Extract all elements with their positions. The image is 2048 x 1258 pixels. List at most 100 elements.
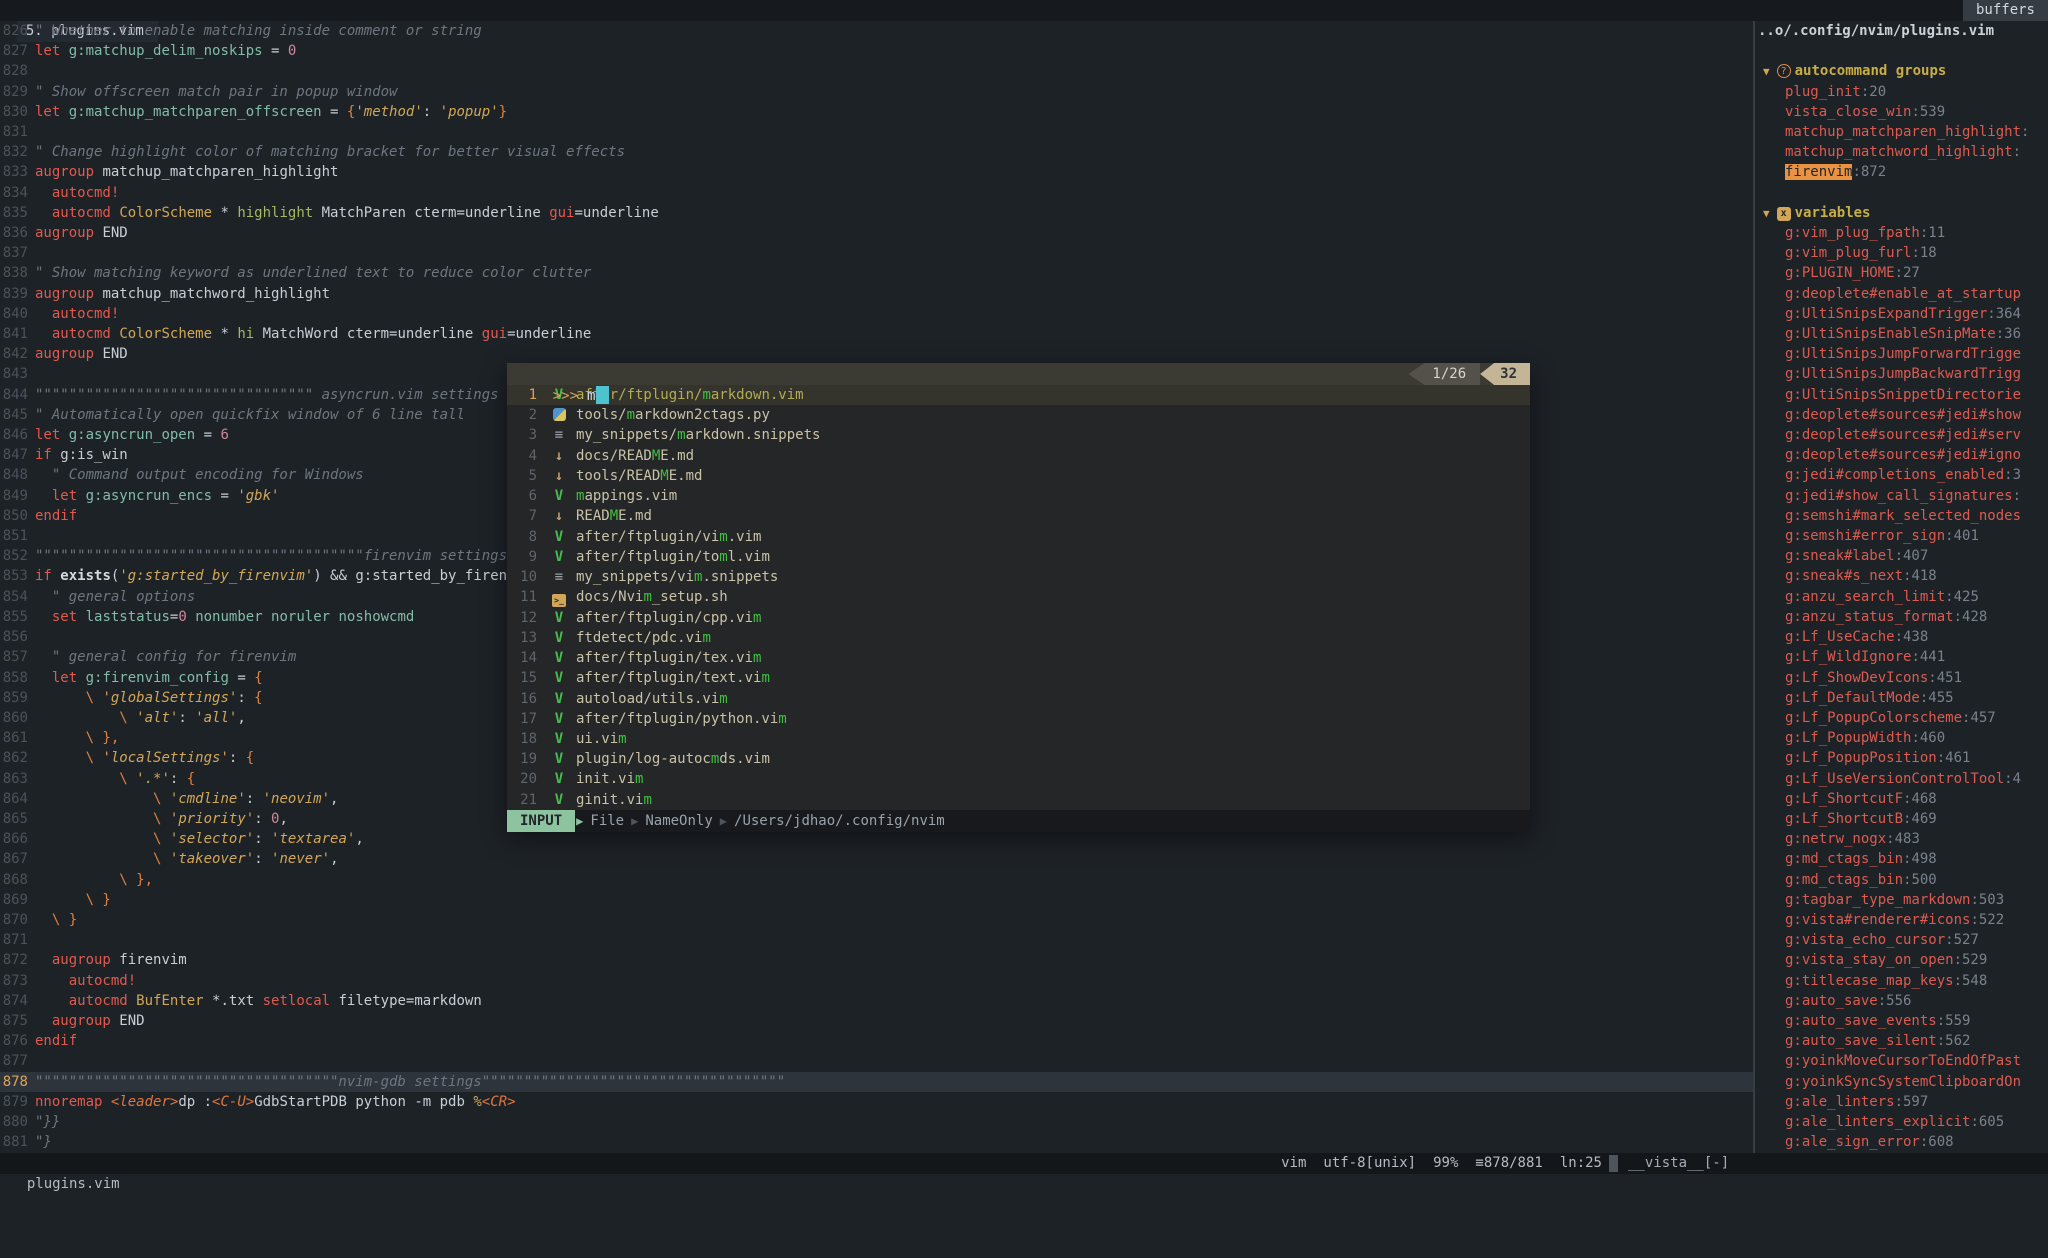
vista-item[interactable]: g:Lf_DefaultMode:455 (1755, 688, 2048, 708)
result-row[interactable]: 19Vplugin/log-autocmds.vim (507, 749, 1530, 769)
vista-item[interactable]: g:titlecase_map_keys:548 (1755, 971, 2048, 991)
code-line[interactable]: 841 autocmd ColorScheme * hi MatchWord c… (0, 324, 1753, 344)
vista-item[interactable]: g:md_ctags_bin:498 (1755, 849, 2048, 869)
vista-sidebar[interactable]: ..o/.config/nvim/plugins.vim▼?autocomman… (1753, 21, 2048, 1153)
vista-item[interactable]: g:vista#renderer#icons:522 (1755, 910, 2048, 930)
code-line[interactable]: 839augroup matchup_matchword_highlight (0, 284, 1753, 304)
code-line[interactable]: 874 autocmd BufEnter *.txt setlocal file… (0, 991, 1753, 1011)
code-line[interactable]: 832" Change highlight color of matching … (0, 142, 1753, 162)
vista-item[interactable]: g:UltiSnipsSnippetDirectorie (1755, 385, 2048, 405)
result-row[interactable]: 11>_docs/Nvim_setup.sh (507, 587, 1530, 607)
vista-item[interactable]: g:ale_sign_error:608 (1755, 1132, 2048, 1152)
result-row[interactable]: 2tools/markdown2ctags.py (507, 405, 1530, 425)
collapse-arrow-icon[interactable]: ▼ (1763, 65, 1770, 78)
vista-item[interactable]: g:auto_save:556 (1755, 991, 2048, 1011)
code-line[interactable]: 877 (0, 1051, 1753, 1071)
code-line[interactable]: 836augroup END (0, 223, 1753, 243)
vista-item[interactable]: g:Lf_ShortcutB:469 (1755, 809, 2048, 829)
result-list[interactable]: 1Vafter/ftplugin/markdown.vim2tools/mark… (507, 385, 1530, 810)
vista-item[interactable]: g:ale_linters:597 (1755, 1092, 2048, 1112)
vista-group-header[interactable]: ▼xvariables (1755, 203, 2048, 223)
vista-item[interactable]: g:tagbar_type_markdown:503 (1755, 890, 2048, 910)
code-line[interactable]: 876endif (0, 1031, 1753, 1051)
result-row[interactable]: 3≡my_snippets/markdown.snippets (507, 425, 1530, 445)
code-line[interactable]: 838" Show matching keyword as underlined… (0, 263, 1753, 283)
vista-item[interactable]: plug_init:20 (1755, 82, 2048, 102)
vista-item[interactable]: g:Lf_UseCache:438 (1755, 627, 2048, 647)
code-line[interactable]: 842augroup END (0, 344, 1753, 364)
result-row[interactable]: 8Vafter/ftplugin/vim.vim (507, 527, 1530, 547)
leaderf-prompt[interactable]: >>>m 1/26 32 (507, 363, 1530, 385)
vista-item[interactable]: matchup_matchword_highlight: (1755, 142, 2048, 162)
code-line[interactable]: 867 \ 'takeover': 'never', (0, 849, 1753, 869)
code-line[interactable]: 827let g:matchup_delim_noskips = 0 (0, 41, 1753, 61)
code-line[interactable]: 875 augroup END (0, 1011, 1753, 1031)
vista-item[interactable]: g:vim_plug_furl:18 (1755, 243, 2048, 263)
vista-item[interactable]: g:Lf_PopupWidth:460 (1755, 728, 2048, 748)
vista-item[interactable]: g:ale_linters_explicit:605 (1755, 1112, 2048, 1132)
result-row[interactable]: 14Vafter/ftplugin/tex.vim (507, 648, 1530, 668)
vista-item[interactable]: g:md_ctags_bin:500 (1755, 870, 2048, 890)
code-line[interactable]: 828 (0, 61, 1753, 81)
vista-item[interactable]: g:deoplete#sources#jedi#show (1755, 405, 2048, 425)
vista-item[interactable]: g:sneak#s_next:418 (1755, 566, 2048, 586)
vista-item[interactable]: g:semshi#mark_selected_nodes (1755, 506, 2048, 526)
code-line[interactable]: 834 autocmd! (0, 183, 1753, 203)
result-row[interactable]: 7↓README.md (507, 506, 1530, 526)
code-line[interactable]: 869 \ } (0, 890, 1753, 910)
vista-item[interactable]: g:deoplete#enable_at_startup (1755, 284, 2048, 304)
result-row[interactable]: 10≡my_snippets/vim.snippets (507, 567, 1530, 587)
result-row[interactable]: 16Vautoload/utils.vim (507, 689, 1530, 709)
code-line[interactable]: 881"} (0, 1132, 1753, 1152)
vista-item[interactable]: g:yoinkSyncSystemClipboardOn (1755, 1072, 2048, 1092)
code-line[interactable]: 831 (0, 122, 1753, 142)
result-row[interactable]: 12Vafter/ftplugin/cpp.vim (507, 608, 1530, 628)
result-row[interactable]: 5↓tools/README.md (507, 466, 1530, 486)
result-row[interactable]: 17Vafter/ftplugin/python.vim (507, 709, 1530, 729)
vista-item[interactable]: g:UltiSnipsExpandTrigger:364 (1755, 304, 2048, 324)
result-row[interactable]: 4↓docs/README.md (507, 446, 1530, 466)
collapse-arrow-icon[interactable]: ▼ (1763, 207, 1770, 220)
vista-item[interactable]: matchup_matchparen_highlight: (1755, 122, 2048, 142)
vista-item[interactable]: g:Lf_PopupColorscheme:457 (1755, 708, 2048, 728)
code-line[interactable]: 871 (0, 930, 1753, 950)
vista-item[interactable]: g:anzu_search_limit:425 (1755, 587, 2048, 607)
vista-item[interactable]: g:vim_plug_fpath:11 (1755, 223, 2048, 243)
vista-item[interactable]: g:vista_stay_on_open:529 (1755, 950, 2048, 970)
vista-item[interactable]: vista_close_win:539 (1755, 102, 2048, 122)
vista-item[interactable]: g:UltiSnipsEnableSnipMate:36 (1755, 324, 2048, 344)
code-line[interactable]: 830let g:matchup_matchparen_offscreen = … (0, 102, 1753, 122)
code-line[interactable]: 872 augroup firenvim (0, 950, 1753, 970)
result-row[interactable]: 20Vinit.vim (507, 769, 1530, 789)
vista-item[interactable]: g:UltiSnipsJumpForwardTrigge (1755, 344, 2048, 364)
result-row[interactable]: 13Vftdetect/pdc.vim (507, 628, 1530, 648)
vista-item[interactable]: g:jedi#completions_enabled:3 (1755, 465, 2048, 485)
vista-item[interactable]: g:netrw_nogx:483 (1755, 829, 2048, 849)
vista-item[interactable]: g:Lf_WildIgnore:441 (1755, 647, 2048, 667)
code-line[interactable]: 829" Show offscreen match pair in popup … (0, 82, 1753, 102)
vista-item[interactable]: g:Lf_UseVersionControlTool:4 (1755, 769, 2048, 789)
vista-item[interactable]: firenvim:872 (1755, 162, 2048, 182)
result-row-selected[interactable]: 1Vafter/ftplugin/markdown.vim (507, 385, 1530, 405)
code-line[interactable]: 840 autocmd! (0, 304, 1753, 324)
vista-item[interactable]: g:yoinkMoveCursorToEndOfPast (1755, 1051, 2048, 1071)
vista-item[interactable]: g:auto_save_silent:562 (1755, 1031, 2048, 1051)
vista-item[interactable]: g:deoplete#sources#jedi#serv (1755, 425, 2048, 445)
result-row[interactable]: 6Vmappings.vim (507, 486, 1530, 506)
code-line[interactable]: 866 \ 'selector': 'textarea', (0, 829, 1753, 849)
vista-item[interactable]: g:Lf_ShowDevIcons:451 (1755, 668, 2048, 688)
result-row[interactable]: 9Vafter/ftplugin/toml.vim (507, 547, 1530, 567)
code-line[interactable]: 826" Whether to enable matching inside c… (0, 21, 1753, 41)
vista-item[interactable]: g:jedi#show_call_signatures: (1755, 486, 2048, 506)
search-query[interactable]: m (587, 388, 595, 404)
result-row[interactable]: 15Vafter/ftplugin/text.vim (507, 668, 1530, 688)
code-line[interactable]: 835 autocmd ColorScheme * highlight Matc… (0, 203, 1753, 223)
code-line[interactable]: 870 \ } (0, 910, 1753, 930)
code-line[interactable]: 837 (0, 243, 1753, 263)
code-line[interactable]: 868 \ }, (0, 870, 1753, 890)
vista-item[interactable]: g:PLUGIN_HOME:27 (1755, 263, 2048, 283)
vista-item[interactable]: g:semshi#error_sign:401 (1755, 526, 2048, 546)
vista-group-header[interactable]: ▼?autocommand groups (1755, 61, 2048, 81)
buffers-tab-label[interactable]: buffers (1963, 0, 2048, 21)
vista-item[interactable]: g:Lf_PopupPosition:461 (1755, 748, 2048, 768)
